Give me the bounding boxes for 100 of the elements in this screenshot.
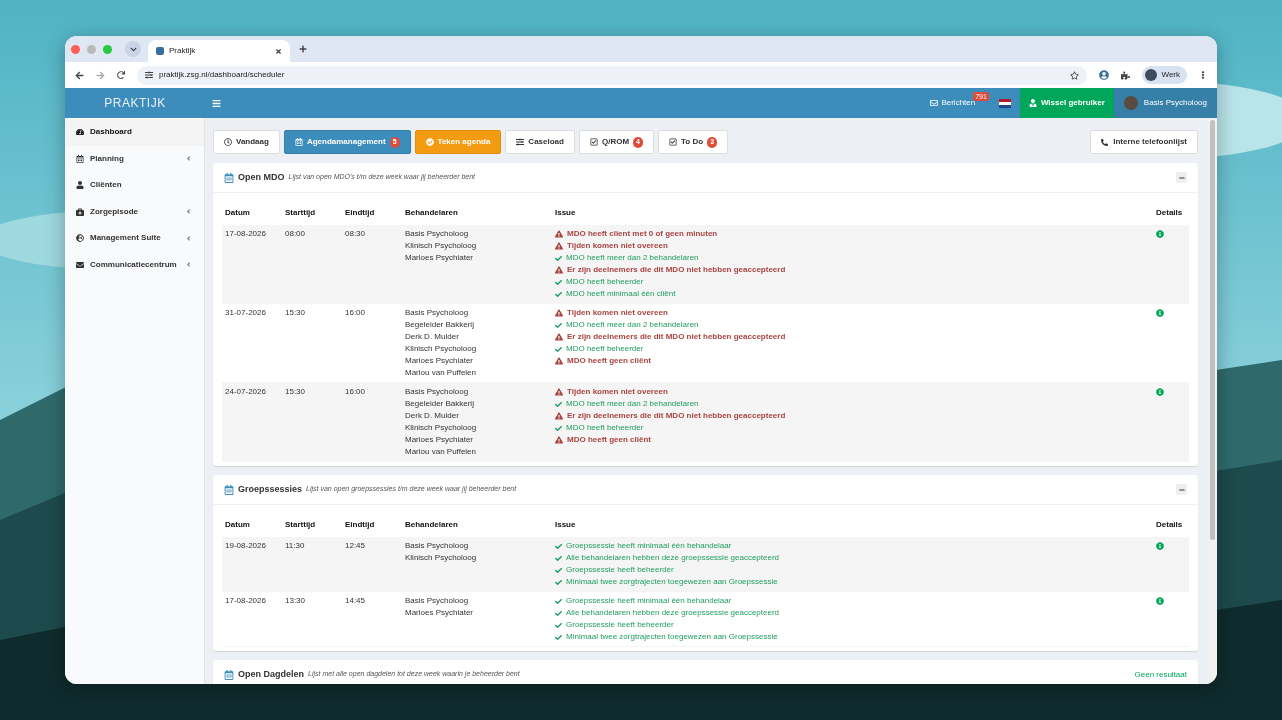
table-cell: 13:30 — [285, 596, 306, 605]
warning-icon — [555, 436, 563, 444]
check-icon — [555, 554, 562, 562]
toolbar-button[interactable]: Vandaag — [213, 130, 280, 154]
warning-icon — [555, 309, 563, 317]
issue-text: Groepssessie heeft beheerder — [566, 619, 674, 631]
check-icon — [555, 254, 562, 262]
url-text: praktijk.zsg.nl/dashboard/scheduler — [159, 69, 286, 81]
issue-text: MDO heeft meer dan 2 behandelaren — [566, 252, 699, 264]
column-header: Starttijd — [285, 208, 316, 217]
tab-list-button[interactable] — [125, 41, 141, 57]
calendar-icon — [224, 484, 234, 495]
extension-icon[interactable] — [1099, 70, 1110, 80]
address-bar[interactable]: praktijk.zsg.nl/dashboard/scheduler — [137, 65, 1088, 85]
back-icon[interactable] — [75, 70, 84, 80]
practitioner-name: Basis Psycholoog — [405, 595, 469, 607]
warning-icon — [555, 412, 563, 420]
close-tab-icon[interactable] — [275, 47, 282, 55]
warning-icon — [555, 388, 563, 396]
check-icon — [555, 597, 562, 605]
profile-name: Werk — [1161, 69, 1180, 81]
column-header: Starttijd — [285, 520, 316, 529]
column-header: Datum — [225, 208, 250, 217]
issue-text: Groepssessie heeft beheerder — [566, 564, 674, 576]
profile-button[interactable]: Werk — [1142, 66, 1187, 84]
collapse-button[interactable] — [1176, 172, 1187, 183]
info-icon[interactable] — [1156, 309, 1164, 317]
check-icon — [555, 566, 562, 574]
tab-title: Praktijk — [169, 45, 197, 57]
minus-icon — [1178, 486, 1185, 493]
sidebar-item[interactable]: Communicatiecentrum — [65, 251, 204, 278]
phone-icon — [1101, 138, 1109, 146]
new-tab-icon[interactable] — [299, 45, 307, 53]
practitioner-name: Marlou van Puffelen — [405, 367, 476, 379]
check-icon — [555, 621, 562, 629]
check-icon — [555, 633, 562, 641]
panel-title: Groepssessies — [238, 482, 303, 496]
flag-icon[interactable] — [998, 98, 1011, 108]
scrollbar[interactable] — [1208, 118, 1217, 684]
table-cell: 11:30 — [285, 541, 305, 550]
check-icon — [555, 400, 562, 408]
checkbox-icon — [669, 138, 678, 146]
sidebar-item[interactable]: Cliënten — [65, 172, 204, 199]
practitioner-name: Derk D. Mulder — [405, 331, 459, 343]
issue-text: MDO heeft minimaal één cliënt — [566, 288, 676, 300]
warning-icon — [555, 230, 563, 238]
dashboard-icon — [76, 128, 84, 137]
check-icon — [555, 609, 562, 617]
issue-text: MDO heeft geen cliënt — [567, 434, 651, 446]
table-cell: 24-07-2026 — [225, 387, 266, 396]
envelope-icon — [930, 99, 939, 107]
practitioner-name: Begeleider Bakkerij — [405, 319, 474, 331]
panel-title: Open Dagdelen — [238, 667, 304, 681]
collapse-button[interactable] — [1176, 484, 1187, 495]
info-icon[interactable] — [1156, 388, 1164, 396]
practitioner-name: Klinisch Psycholoog — [405, 422, 477, 434]
globe-icon — [76, 234, 84, 243]
info-icon[interactable] — [1156, 230, 1164, 238]
info-icon[interactable] — [1156, 597, 1164, 605]
column-header: Eindtijd — [345, 208, 375, 217]
extensions-icon[interactable] — [1121, 70, 1131, 80]
practitioner-name: Begeleider Bakkerij — [405, 398, 474, 410]
sidebar-item[interactable]: Zorgepisode — [65, 198, 204, 225]
forward-icon[interactable] — [96, 70, 105, 80]
sidebar-item[interactable]: Planning — [65, 145, 204, 172]
minus-icon — [1178, 174, 1185, 181]
warning-icon — [555, 266, 563, 274]
sidebar-item[interactable]: Dashboard — [65, 119, 204, 146]
check-icon — [555, 578, 562, 586]
calendar-icon — [294, 138, 303, 146]
site-settings-icon[interactable] — [145, 71, 153, 79]
menu-icon[interactable] — [1199, 71, 1207, 79]
user-avatar-icon — [1123, 96, 1138, 110]
issue-text: Er zijn deelnemers die dit MDO niet hebben geaccepteerd — [567, 410, 786, 422]
practitioner-name: Klinisch Psycholoog — [405, 343, 477, 355]
table-cell: 14:45 — [345, 596, 366, 605]
chevron-down-icon — [129, 45, 137, 53]
practitioner-name: Basis Psycholoog — [405, 307, 469, 319]
issue-text: MDO heeft beheerder — [566, 276, 644, 288]
browser-tab[interactable]: Praktijk — [148, 40, 290, 62]
calendar-icon — [76, 154, 84, 163]
sidebar-item[interactable]: Management Suite — [65, 225, 204, 252]
user-menu[interactable]: Basis Psycholoog — [1113, 88, 1217, 118]
panel-title: Open MDO — [238, 170, 285, 184]
practitioner-name: Basis Psycholoog — [405, 386, 469, 398]
info-icon[interactable] — [1156, 542, 1164, 550]
calendar-icon — [224, 172, 234, 183]
practitioner-name: Klinisch Psycholoog — [405, 240, 477, 252]
issue-text: Groepssessie heeft minimaal één behandelaar — [566, 540, 732, 552]
toolbar-button[interactable]: Caseload — [505, 130, 575, 154]
messages-link[interactable]: Berichten — [930, 97, 976, 109]
issue-text: MDO heeft beheerder — [566, 343, 644, 355]
issue-text: Alle behandelaren hebben deze groepssessie geaccepteerd — [566, 552, 780, 564]
reload-icon[interactable] — [117, 71, 125, 79]
empty-result-text: Geen resultaat — [1134, 668, 1187, 681]
issue-text: MDO heeft client met 0 of geen minuten — [567, 228, 718, 240]
phone-list-button[interactable]: Interne telefoonlijst — [1090, 130, 1198, 154]
clock-icon — [224, 138, 232, 146]
table-cell: 16:00 — [345, 387, 366, 396]
bookmark-star-icon[interactable] — [1070, 70, 1080, 80]
